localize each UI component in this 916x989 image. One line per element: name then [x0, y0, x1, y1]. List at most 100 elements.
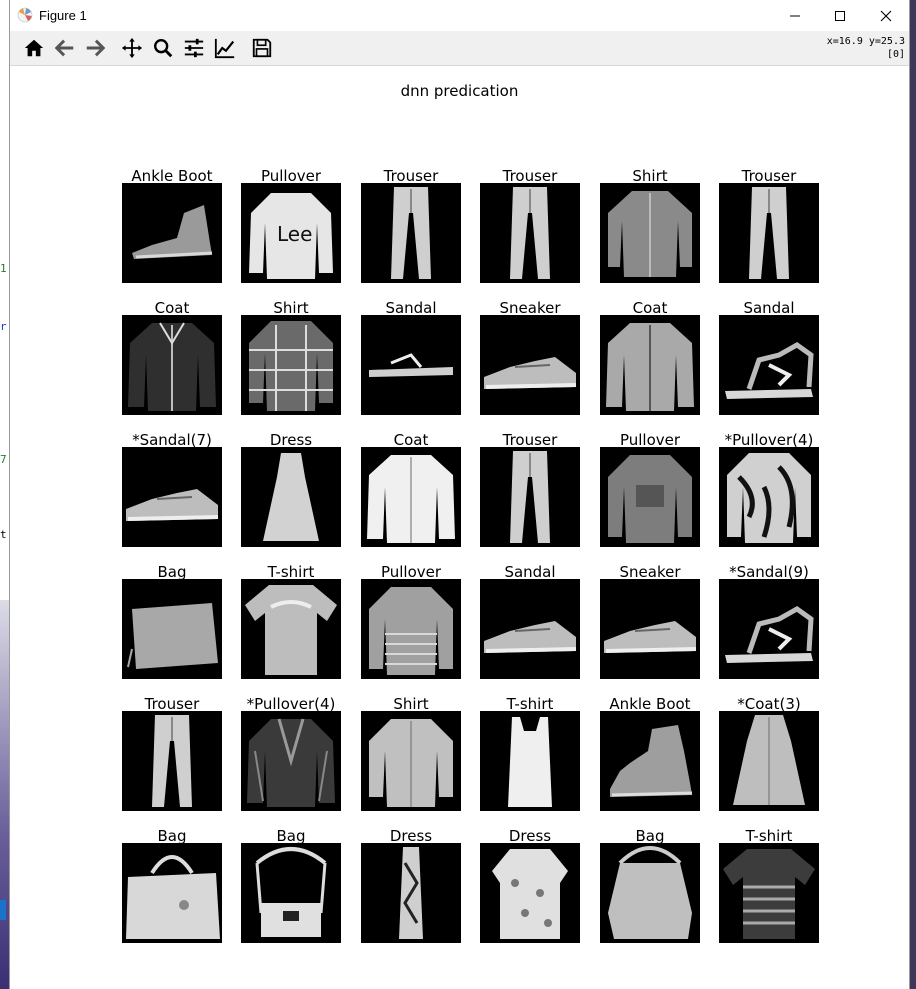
coords-line-1: x=16.9 y=25.3: [826, 36, 905, 47]
subplot-cell: Ankle Boot: [122, 167, 242, 299]
fashion-image: [719, 711, 819, 811]
subplot-cell: *Sandal(7): [122, 431, 242, 563]
navigation-toolbar: x=16.9 y=25.3 [0]: [10, 31, 909, 66]
subplot-cell: Sandal: [480, 563, 600, 695]
figure-title: dnn predication: [400, 82, 519, 100]
fashion-image: [719, 183, 819, 283]
close-button[interactable]: [863, 0, 909, 31]
fashion-image: [480, 183, 580, 283]
subplot-cell: *Pullover(4): [719, 431, 839, 563]
subplot-cell: T-shirt: [241, 563, 361, 695]
fashion-image: [600, 711, 700, 811]
configure-subplots-icon: [184, 38, 204, 58]
zoom-icon: [154, 39, 173, 58]
maximize-icon: [835, 10, 845, 21]
fashion-image: [480, 315, 580, 415]
fashion-image: [600, 579, 700, 679]
back-button[interactable]: [51, 34, 79, 62]
subplot-cell: Coat: [600, 299, 720, 431]
save-button[interactable]: [248, 34, 276, 62]
subplot-cell: Pullover: [361, 563, 481, 695]
subplot-cell: Trouser: [361, 167, 481, 299]
subplot-cell: Trouser: [719, 167, 839, 299]
fashion-image: Lee: [241, 183, 341, 283]
fashion-image: [241, 843, 341, 943]
desktop-wallpaper: [0, 600, 9, 989]
minimize-button[interactable]: [772, 0, 818, 31]
subplot-cell: *Coat(3): [719, 695, 839, 827]
matplotlib-app-icon: [17, 7, 33, 23]
subplot-cell: Bag: [122, 827, 242, 959]
subplot-cell: Trouser: [122, 695, 242, 827]
home-icon: [24, 39, 44, 57]
subplot-cell: Coat: [361, 431, 481, 563]
fashion-image: [241, 447, 341, 547]
configure-subplots-button[interactable]: [180, 34, 208, 62]
subplot-cell: Pullover Lee: [241, 167, 361, 299]
subplot-cell: Coat: [122, 299, 242, 431]
fashion-image: [480, 579, 580, 679]
forward-icon: [86, 39, 106, 57]
home-button[interactable]: [20, 34, 48, 62]
zoom-button[interactable]: [149, 34, 177, 62]
subplot-cell: Bag: [241, 827, 361, 959]
maximize-button[interactable]: [817, 0, 863, 31]
edit-axis-button[interactable]: [211, 34, 239, 62]
background-text: 7: [0, 453, 7, 466]
background-text: 1: [0, 262, 7, 275]
fashion-image: [361, 315, 461, 415]
subplot-cell: Shirt: [600, 167, 720, 299]
subplot-cell: Trouser: [480, 167, 600, 299]
fashion-image: [480, 447, 580, 547]
cursor-coordinates: x=16.9 y=25.3 [0]: [827, 35, 905, 61]
fashion-image: [122, 843, 222, 943]
title-bar[interactable]: Figure 1: [10, 0, 909, 31]
fashion-image: [241, 315, 341, 415]
fashion-image: [719, 843, 819, 943]
subplot-cell: Dress: [480, 827, 600, 959]
fashion-image: [480, 711, 580, 811]
fashion-image: [600, 447, 700, 547]
subplot-cell: Trouser: [480, 431, 600, 563]
fashion-image: [241, 711, 341, 811]
fashion-image: [122, 183, 222, 283]
fashion-image: [480, 843, 580, 943]
fashion-image: [719, 315, 819, 415]
figure-window: Figure 1 x=16.9 y=25.3 [0] dnn predicati…: [9, 0, 910, 989]
subplot-cell: Ankle Boot: [600, 695, 720, 827]
subplot-cell: T-shirt: [719, 827, 839, 959]
subplot-cell: Bag: [600, 827, 720, 959]
fashion-image: [361, 579, 461, 679]
subplot-cell: Shirt: [361, 695, 481, 827]
subplot-cell: Sneaker: [600, 563, 720, 695]
subplot-cell: Sandal: [719, 299, 839, 431]
window-title: Figure 1: [39, 8, 87, 23]
taskbar-fragment: [0, 900, 6, 920]
pan-button[interactable]: [118, 34, 146, 62]
figure-canvas[interactable]: dnn predication Ankle Boot Pullover Lee Tro…: [10, 66, 909, 989]
subplot-cell: Sneaker: [480, 299, 600, 431]
fashion-image: [600, 183, 700, 283]
forward-button[interactable]: [81, 34, 109, 62]
fashion-image: [361, 711, 461, 811]
fashion-image: [361, 183, 461, 283]
subplot-cell: Dress: [241, 431, 361, 563]
background-text: r: [0, 320, 7, 333]
fashion-image: [600, 843, 700, 943]
fashion-image: [241, 579, 341, 679]
fashion-image: [361, 843, 461, 943]
desktop-background: 1 r 7 t: [0, 0, 9, 989]
pan-icon: [121, 37, 143, 59]
fashion-image: [122, 315, 222, 415]
subplot-cell: Sandal: [361, 299, 481, 431]
fashion-image: [122, 711, 222, 811]
subplot-cell: *Sandal(9): [719, 563, 839, 695]
minimize-icon: [790, 15, 800, 16]
back-icon: [54, 39, 74, 57]
save-icon: [252, 38, 272, 58]
fashion-image: [719, 447, 819, 547]
fashion-image: [361, 447, 461, 547]
close-icon: [880, 10, 892, 21]
fashion-image: [600, 315, 700, 415]
subplot-cell: Dress: [361, 827, 481, 959]
